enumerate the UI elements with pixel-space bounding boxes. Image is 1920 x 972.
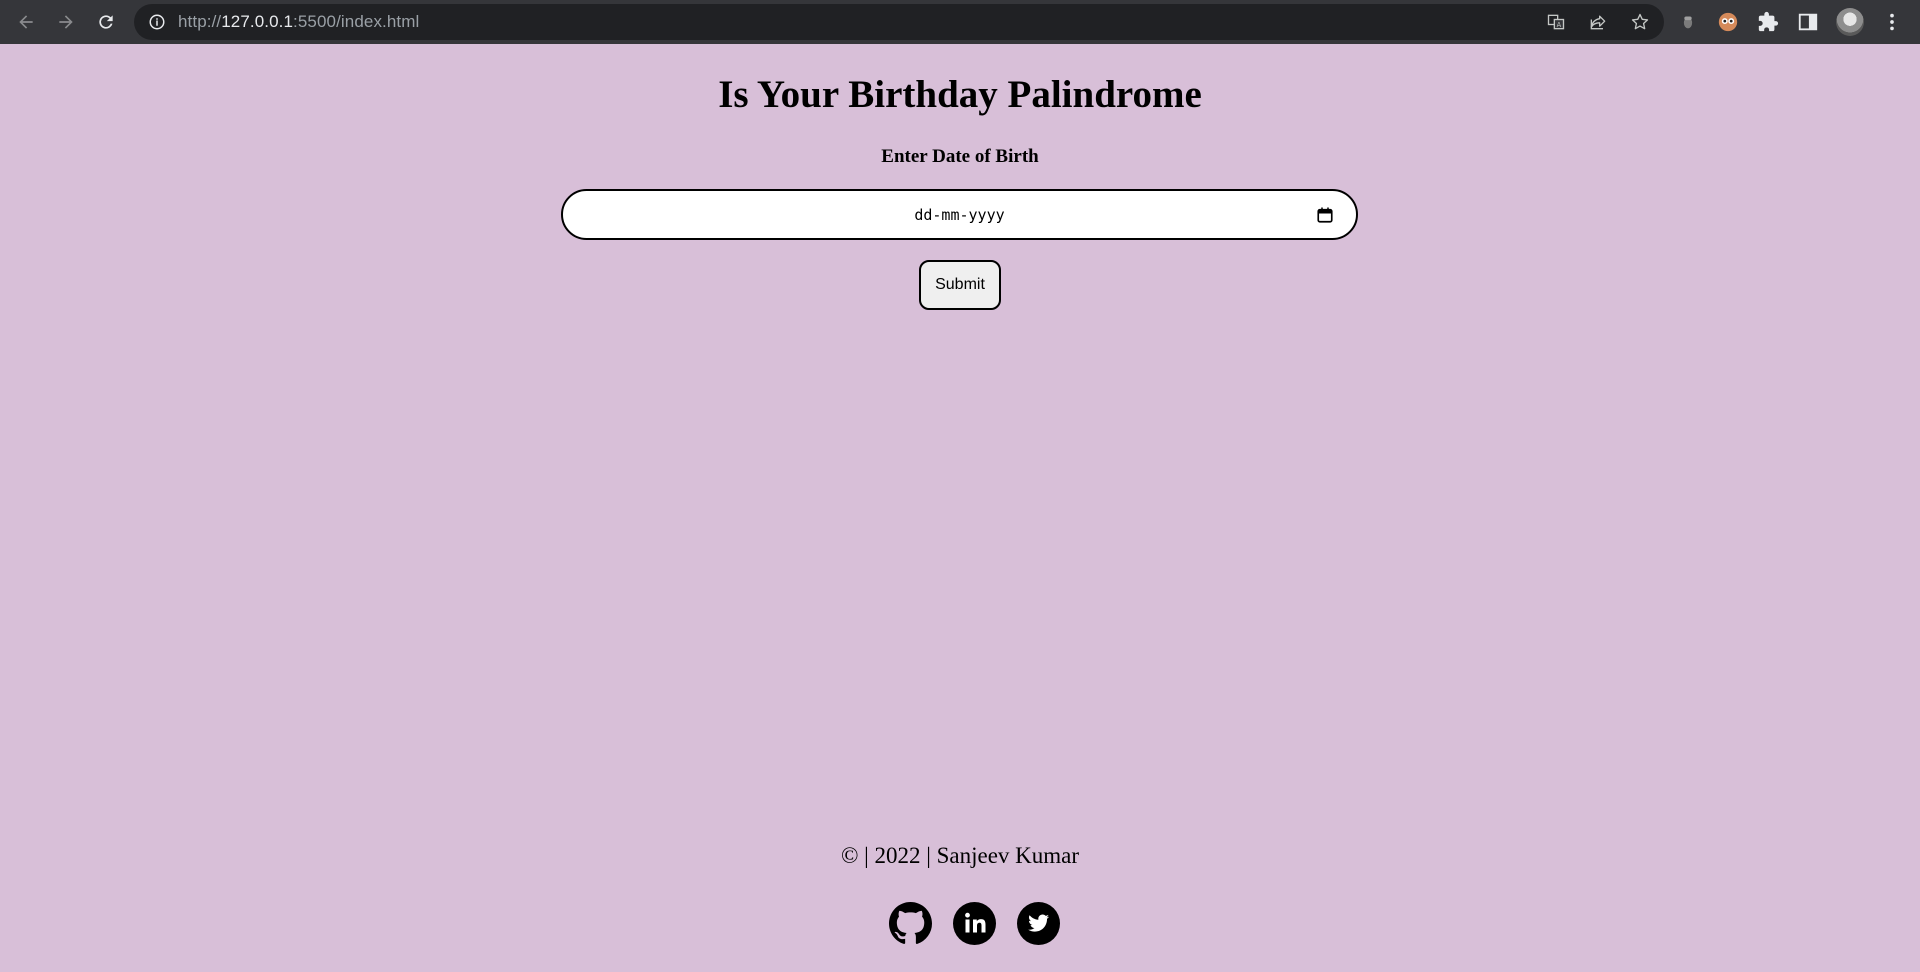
puzzle-icon	[1758, 11, 1779, 32]
extension-icons	[1676, 0, 1904, 44]
calendar-icon[interactable]	[1316, 206, 1334, 224]
social-links	[889, 902, 1060, 945]
translate-icon[interactable]: A	[1546, 12, 1566, 32]
bookmark-star-icon[interactable]	[1630, 12, 1650, 32]
acorn-icon	[1683, 16, 1693, 29]
side-panel-icon	[1798, 13, 1818, 31]
linkedin-icon	[953, 902, 996, 945]
extension-icon-2[interactable]	[1716, 10, 1740, 34]
owl-icon	[1718, 12, 1738, 32]
side-panel-button[interactable]	[1796, 10, 1820, 34]
extension-icon-1[interactable]	[1676, 10, 1700, 34]
back-button[interactable]	[6, 0, 46, 44]
github-icon	[889, 902, 932, 944]
reload-icon	[99, 15, 113, 29]
omnibox-actions: A	[1546, 4, 1650, 40]
profile-avatar[interactable]	[1836, 8, 1864, 36]
arrow-left-icon	[19, 15, 33, 29]
github-link[interactable]	[889, 902, 932, 945]
twitter-link[interactable]	[1017, 902, 1060, 945]
svg-text:A: A	[1557, 21, 1562, 29]
share-icon[interactable]	[1588, 12, 1608, 32]
url-text: http://127.0.0.1:5500/index.html	[178, 12, 420, 31]
dob-label: Enter Date of Birth	[881, 146, 1039, 167]
page-title: Is Your Birthday Palindrome	[718, 73, 1202, 116]
more-vertical-icon	[1890, 13, 1894, 31]
linkedin-link[interactable]	[953, 902, 996, 945]
submit-button[interactable]: Submit	[919, 260, 1001, 310]
info-icon[interactable]	[148, 13, 166, 31]
reload-button[interactable]	[86, 0, 126, 44]
twitter-icon	[1017, 902, 1060, 945]
address-bar[interactable]: http://127.0.0.1:5500/index.html A	[134, 4, 1664, 40]
date-of-birth-input[interactable]: dd-mm-yyyy	[561, 189, 1358, 240]
browser-toolbar: http://127.0.0.1:5500/index.html A	[0, 0, 1920, 44]
arrow-right-icon	[59, 15, 73, 29]
browser-menu-button[interactable]	[1880, 10, 1904, 34]
extensions-button[interactable]	[1756, 10, 1780, 34]
forward-button[interactable]	[46, 0, 86, 44]
footer-copyright: © | 2022 | Sanjeev Kumar	[840, 843, 1080, 868]
date-placeholder: dd-mm-yyyy	[914, 205, 1005, 224]
